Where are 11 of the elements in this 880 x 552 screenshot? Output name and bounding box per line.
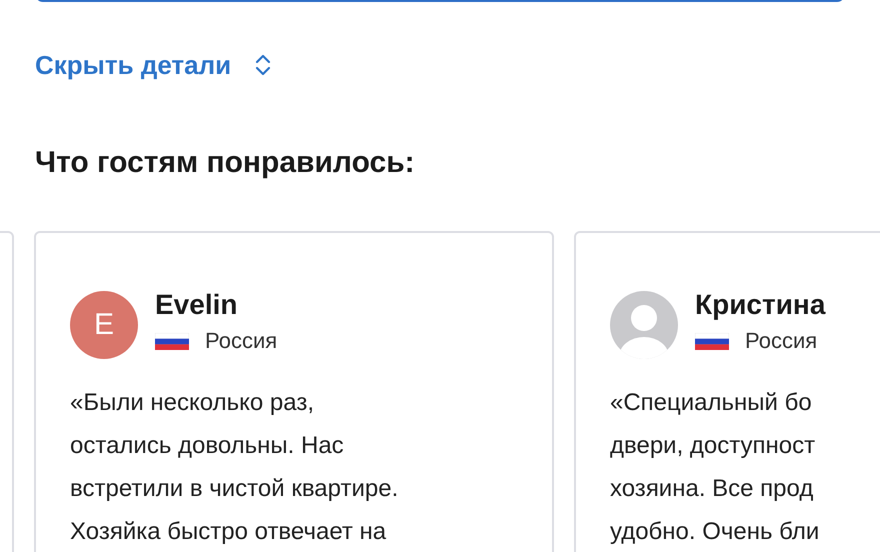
flag-icon — [695, 332, 729, 350]
review-text: «Были несколько раз, остались довольны. Нас встретили в чистой квартире. Хозяйка быстро отвечает на — [70, 388, 400, 547]
reviewer-name: Кристина — [695, 289, 826, 321]
reviewer-name: Evelin — [155, 289, 238, 321]
reviewer-country: Россия — [205, 328, 278, 354]
section-title: Что гостям понравилось: — [35, 145, 416, 181]
review-text: «Специальный бо двери, доступност хозяина. Все прод удобно. Очень бли — [610, 388, 820, 547]
avatar: E — [70, 291, 138, 359]
reviewer-country: Россия — [745, 328, 818, 354]
flag-icon — [155, 332, 189, 350]
hide-details-link[interactable]: Скрыть детали — [35, 50, 232, 80]
